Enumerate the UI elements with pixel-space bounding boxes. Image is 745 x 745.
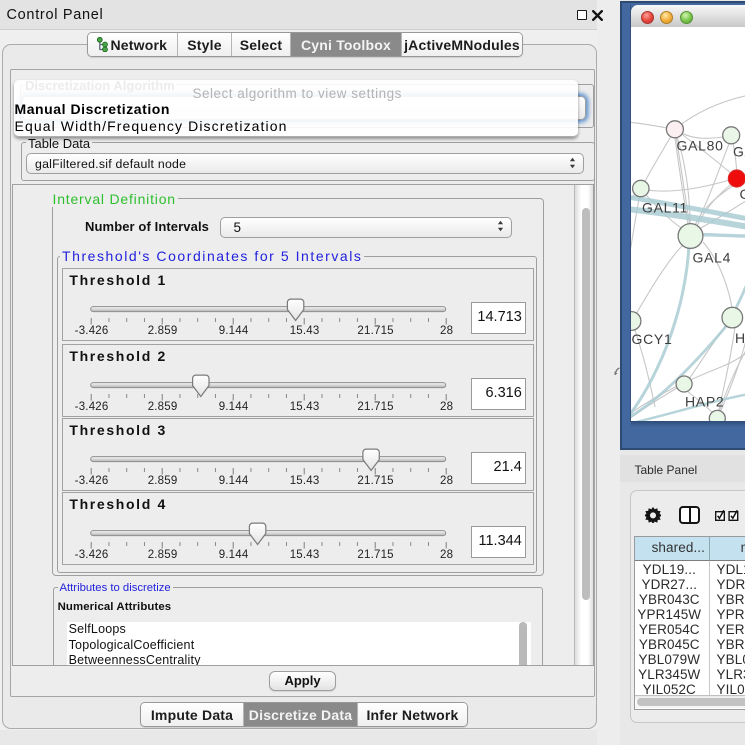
svg-text:H: H <box>735 330 745 346</box>
svg-text:GCY1: GCY1 <box>632 331 673 347</box>
svg-text:HAP2: HAP2 <box>685 394 724 410</box>
svg-text:C: C <box>740 186 745 202</box>
svg-text:GAL80: GAL80 <box>677 138 724 154</box>
svg-text:GAL4: GAL4 <box>693 250 732 266</box>
svg-text:GA: GA <box>733 144 745 160</box>
svg-text:GAL11: GAL11 <box>642 200 688 216</box>
